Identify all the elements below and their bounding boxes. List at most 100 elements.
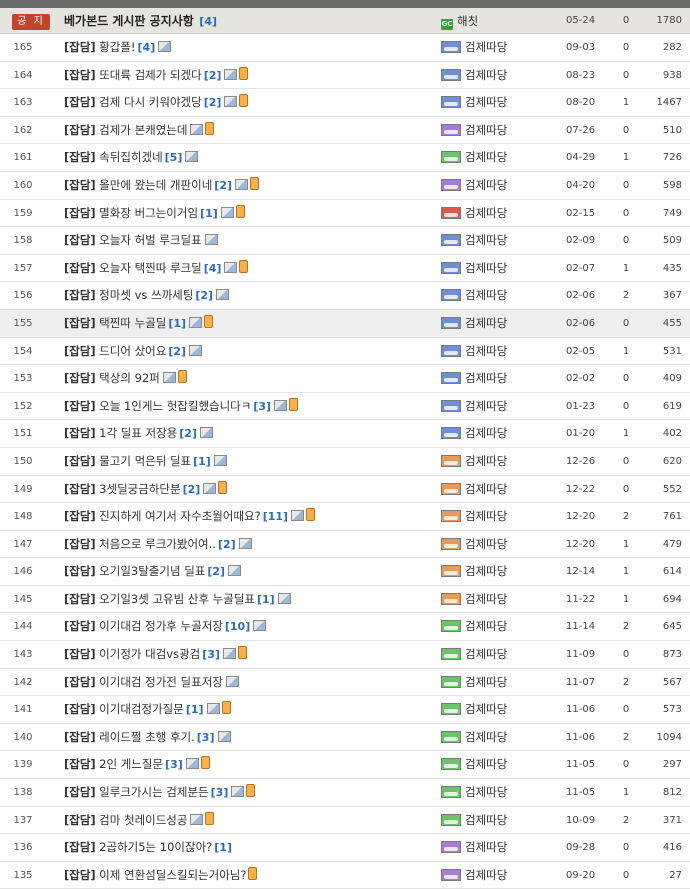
author-name[interactable]: 검제따당 bbox=[465, 399, 507, 413]
post-title-link[interactable]: 이기대검 정가전 딜표저장 bbox=[99, 675, 223, 689]
author-name[interactable]: 검제따당 bbox=[465, 178, 507, 192]
post-author[interactable]: 검제따당 bbox=[441, 282, 561, 309]
comment-count-link[interactable]: [3] bbox=[202, 648, 220, 661]
author-name[interactable]: 검제따당 bbox=[465, 40, 507, 54]
post-title-link[interactable]: 황갑폴! bbox=[99, 40, 135, 54]
post-title-link[interactable]: 1각 딜표 저장용 bbox=[99, 426, 177, 440]
comment-count-link[interactable]: [10] bbox=[225, 620, 250, 633]
post-title-cell[interactable]: [잡담] 택찐따 누골딜 [1] bbox=[64, 310, 436, 337]
post-author[interactable]: 검제따당 bbox=[441, 641, 561, 668]
table-row[interactable]: 165 [잡담] 황갑폴! [4] 검제따당 09-03 0 282 bbox=[0, 34, 690, 62]
post-author[interactable]: 검제따당 bbox=[441, 172, 561, 199]
post-title-cell[interactable]: [잡담] 황갑폴! [4] bbox=[64, 34, 436, 61]
post-author[interactable]: 검제따당 bbox=[441, 420, 561, 447]
author-name[interactable]: 검제따당 bbox=[465, 757, 507, 771]
comment-count-link[interactable]: [2] bbox=[218, 538, 236, 551]
post-author[interactable]: 검제따당 bbox=[441, 696, 561, 723]
notice-row[interactable]: 공 지 베가본드 게시판 공지사항 [4] GC 해칫 05-24 0 1780 bbox=[0, 8, 690, 34]
author-name[interactable]: 검제따당 bbox=[465, 233, 507, 247]
author-name[interactable]: 검제따당 bbox=[465, 619, 507, 633]
post-title-link[interactable]: 오늘자 허벌 루크딜표 bbox=[99, 233, 202, 247]
post-title-link[interactable]: 2인 게느질문 bbox=[99, 757, 163, 771]
author-name[interactable]: 검제따당 bbox=[465, 647, 507, 661]
author-name[interactable]: 검제따당 bbox=[465, 868, 507, 882]
author-name[interactable]: 검제따당 bbox=[465, 316, 507, 330]
post-title-cell[interactable]: [잡담] 속뒤집히겠네 [5] bbox=[64, 144, 436, 171]
table-row[interactable]: 153 [잡담] 택상의 92퍼 검제따당 02-02 0 409 bbox=[0, 365, 690, 393]
author-name[interactable]: 검제따당 bbox=[465, 261, 507, 275]
post-title-link[interactable]: 레이드쩔 초행 후기. bbox=[99, 730, 195, 744]
post-author[interactable]: 검제따당 bbox=[441, 862, 561, 889]
post-title-cell[interactable]: [잡담] 일루크가시는 검제분든 [3] bbox=[64, 779, 436, 806]
author-name[interactable]: 검제따당 bbox=[465, 592, 507, 606]
author-name[interactable]: 검제따당 bbox=[465, 675, 507, 689]
table-row[interactable]: 142 [잡담] 이기대검 정가전 딜표저장 검제따당 11-07 2 567 bbox=[0, 669, 690, 697]
post-title-cell[interactable]: [잡담] 검제가 본캐였는데 bbox=[64, 117, 436, 144]
comment-count-link[interactable]: [4] bbox=[204, 262, 222, 275]
post-title-link[interactable]: 오늘자 택찐따 루크딜 bbox=[99, 261, 202, 275]
author-name[interactable]: 검제따당 bbox=[465, 564, 507, 578]
author-name[interactable]: 검제따당 bbox=[465, 150, 507, 164]
post-title-cell[interactable]: [잡담] 또대륙 검제가 되겠다 [2] bbox=[64, 62, 436, 89]
post-author[interactable]: 검제따당 bbox=[441, 779, 561, 806]
comment-count-link[interactable]: [2] bbox=[214, 179, 232, 192]
table-row[interactable]: 144 [잡담] 이기대검 정가후 누골저장 [10] 검제따당 11-14 2 645 bbox=[0, 613, 690, 642]
post-title-cell[interactable]: [잡담] 이기정가 대검vs광검 [3] bbox=[64, 641, 436, 668]
comment-count-link[interactable]: [2] bbox=[183, 483, 201, 496]
post-author[interactable]: 검제따당 bbox=[441, 144, 561, 171]
post-author[interactable]: 검제따당 bbox=[441, 34, 561, 61]
post-title-cell[interactable]: [잡담] 레이드쩔 초행 후기. [3] bbox=[64, 724, 436, 751]
post-title-cell[interactable]: [잡담] 이기대검정가질문 [1] bbox=[64, 696, 436, 723]
table-row[interactable]: 143 [잡담] 이기정가 대검vs광검 [3] 검제따당 11-09 0 873 bbox=[0, 641, 690, 669]
post-title-cell[interactable]: [잡담] 3셋딜궁금하단분 [2] bbox=[64, 476, 436, 503]
post-author[interactable]: 검제따당 bbox=[441, 62, 561, 89]
table-row[interactable]: 150 [잡담] 물고기 먹은뒤 딜표 [1] 검제따당 12-26 0 620 bbox=[0, 448, 690, 476]
comment-count-link[interactable]: [2] bbox=[195, 289, 213, 302]
comment-count-link[interactable]: [4] bbox=[138, 41, 156, 54]
post-author[interactable]: 검제따당 bbox=[441, 448, 561, 475]
author-name[interactable]: 검제따당 bbox=[465, 702, 507, 716]
post-title-link[interactable]: 이기정가 대검vs광검 bbox=[99, 647, 200, 661]
post-author[interactable]: 검제따당 bbox=[441, 669, 561, 696]
table-row[interactable]: 149 [잡담] 3셋딜궁금하단분 [2] 검제따당 12-22 0 552 bbox=[0, 476, 690, 504]
table-row[interactable]: 147 [잡담] 처음으로 루크가봤어여.. [2] 검제따당 12-20 1 479 bbox=[0, 531, 690, 559]
post-title-cell[interactable]: [잡담] 멸화장 버그는이거임 [1] bbox=[64, 200, 436, 227]
table-row[interactable]: 152 [잡담] 오늘 1인게느 헛잡킬했습니다ㅋ [3] 검제따당 01-23 0 619 bbox=[0, 393, 690, 421]
comment-count-link[interactable]: [1] bbox=[193, 455, 211, 468]
comment-count-link[interactable]: [3] bbox=[197, 731, 215, 744]
table-row[interactable]: 146 [잡담] 오기일3탈출기념 딜표 [2] 검제따당 12-14 1 614 bbox=[0, 558, 690, 586]
post-title-link[interactable]: 이기대검정가질문 bbox=[99, 702, 184, 716]
post-author[interactable]: 검제따당 bbox=[441, 558, 561, 585]
post-author[interactable]: 검제따당 bbox=[441, 724, 561, 751]
comment-count-link[interactable]: [1] bbox=[257, 593, 275, 606]
comment-count-link[interactable]: [2] bbox=[207, 565, 225, 578]
post-title-cell[interactable]: [잡담] 진지하게 여기서 자수초월어때요? [11] bbox=[64, 503, 436, 530]
post-title-link[interactable]: 정마셋 vs 쓰까세팅 bbox=[99, 288, 193, 302]
author-name[interactable]: 검제따당 bbox=[465, 288, 507, 302]
author-name[interactable]: 검제따당 bbox=[465, 426, 507, 440]
post-author[interactable]: 검제따당 bbox=[441, 393, 561, 420]
comment-count-link[interactable]: [2] bbox=[204, 96, 222, 109]
author-name[interactable]: 검제따당 bbox=[465, 206, 507, 220]
table-row[interactable]: 137 [잡담] 검마 첫레이드성공 검제따당 10-09 2 371 bbox=[0, 807, 690, 835]
post-title-cell[interactable]: [잡담] 이기대검 정가전 딜표저장 bbox=[64, 669, 436, 696]
comment-count-link[interactable]: [4] bbox=[199, 15, 217, 28]
post-title-link[interactable]: 택찐따 누골딜 bbox=[99, 316, 166, 330]
author-name[interactable]: 검제따당 bbox=[465, 482, 507, 496]
post-title-cell[interactable]: [잡담] 이제 연환섬딜스킬되는거아님? bbox=[64, 862, 436, 889]
post-title-link[interactable]: 속뒤집히겠네 bbox=[99, 150, 162, 164]
post-title-link[interactable]: 또대륙 검제가 되겠다 bbox=[99, 68, 202, 82]
table-row[interactable]: 145 [잡담] 오기일3셋 고유빔 산후 누골딜표 [1] 검제따당 11-22 1 69… bbox=[0, 586, 690, 614]
post-title-link[interactable]: 3셋딜궁금하단분 bbox=[99, 482, 180, 496]
post-author[interactable]: 검제따당 bbox=[441, 89, 561, 116]
post-author[interactable]: 검제따당 bbox=[441, 834, 561, 861]
table-row[interactable]: 161 [잡담] 속뒤집히겠네 [5] 검제따당 04-29 1 726 bbox=[0, 144, 690, 172]
post-title-cell[interactable]: [잡담] 물고기 먹은뒤 딜표 [1] bbox=[64, 448, 436, 475]
comment-count-link[interactable]: [3] bbox=[253, 400, 271, 413]
table-row[interactable]: 156 [잡담] 정마셋 vs 쓰까세팅 [2] 검제따당 02-06 2 367 bbox=[0, 282, 690, 310]
post-title-link[interactable]: 검제가 본캐였는데 bbox=[99, 123, 187, 137]
post-title-link[interactable]: 처음으로 루크가봤어여.. bbox=[99, 537, 216, 551]
post-title-cell[interactable]: [잡담] 1각 딜표 저장용 [2] bbox=[64, 420, 436, 447]
post-title-link[interactable]: 이기대검 정가후 누골저장 bbox=[99, 619, 223, 633]
comment-count-link[interactable]: [3] bbox=[211, 786, 229, 799]
